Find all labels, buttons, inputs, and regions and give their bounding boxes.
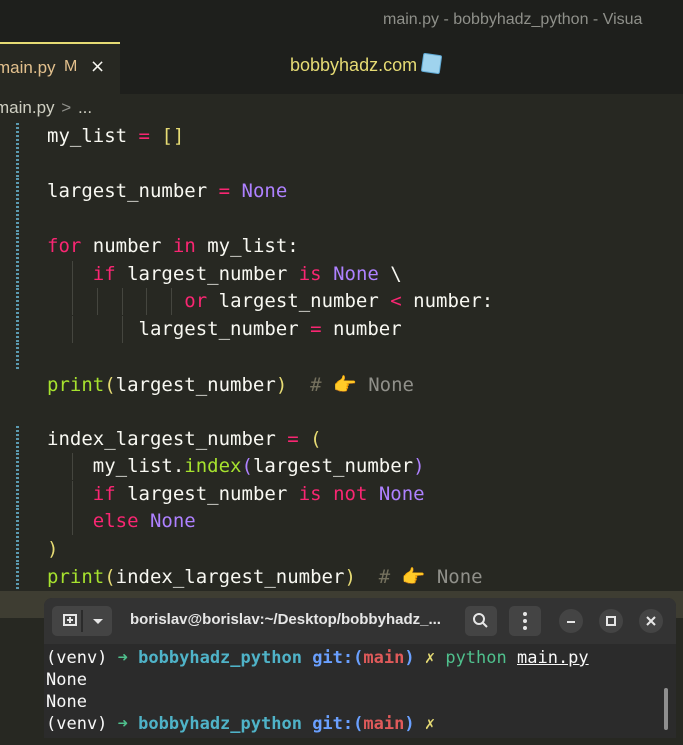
code-line: 2 [0,150,683,178]
dirty-x-icon: ✗ [424,714,436,734]
close-button[interactable] [639,609,663,633]
code-line: 14 if largest_number is not None [0,480,683,508]
arrow-icon: ➜ [117,648,128,668]
menu-button[interactable] [509,606,541,636]
window-title: main.py - bobbyhadz_python - Visua [383,11,643,28]
git-change-marker [16,563,19,590]
maximize-button[interactable] [599,609,623,633]
code-line: 11 [0,398,683,425]
code-line: 3 largest_number = None [0,178,683,205]
code-line: 8 largest_number = number [0,315,683,343]
code-line: 17 print(index_largest_number) # 👉 None [0,563,683,590]
new-tab-button[interactable] [52,606,112,636]
code-line: 4 [0,205,683,233]
git-change-marker [16,150,19,178]
watermark: bobbyhadz.com [290,52,443,76]
git-change-marker [16,425,19,453]
chevron-right-icon: > [61,98,72,117]
arrow-icon: ➜ [117,714,128,734]
git-change-marker [16,233,19,260]
terminal-scrollbar[interactable] [664,688,668,730]
pointing-hand-icon: 👉 [333,373,357,396]
code-line: 12 index_largest_number = ( [0,425,683,453]
git-change-marker [16,260,19,288]
git-change-marker [16,343,19,370]
tab-filename: main.py [0,58,56,77]
terminal-window[interactable]: borislav@borislav:~/Desktop/bobbyhadz_..… [44,598,676,738]
new-tab-icon [63,610,103,632]
maximize-icon [606,616,616,626]
terminal-prompt-line: (venv) ➜ bobbyhadz_python git:(main) ✗ p… [46,648,589,668]
terminal-prompt-line: (venv) ➜ bobbyhadz_python git:(main) ✗ [46,714,436,734]
code-line: 13 my_list.index(largest_number) [0,453,683,480]
breadcrumb-file[interactable]: main.py [0,98,55,117]
window-titlebar: main.py - bobbyhadz_python - Visua [0,0,683,42]
search-button[interactable] [465,606,497,636]
git-change-marker [16,205,19,233]
kebab-menu-icon [523,612,527,630]
code-line: 7 or largest_number < number: [0,288,683,315]
terminal-output-line: None [46,670,87,690]
code-line: 6 if largest_number is None \ [0,260,683,288]
code-line: 5 for number in my_list: [0,233,683,260]
code-line: 9 [0,343,683,370]
git-change-marker [16,288,19,315]
close-icon [646,616,656,626]
breadcrumb-more[interactable]: ... [78,98,92,117]
code-line: 16 ) [0,535,683,563]
ice-cube-icon [420,52,443,75]
minimize-icon [567,621,575,623]
minimize-button[interactable] [559,609,583,633]
git-change-marker [16,453,19,480]
breadcrumb: main.py > ... [0,98,92,118]
git-change-marker [16,315,19,343]
dirty-x-icon: ✗ [424,648,436,668]
pointing-hand-icon: 👉 [401,566,426,588]
terminal-header: borislav@borislav:~/Desktop/bobbyhadz_..… [44,598,676,644]
code-line: 10 print(largest_number) # 👉 None [47,373,414,396]
terminal-output-line: None [46,692,87,712]
git-change-marker [16,123,19,150]
tab-main-py[interactable]: main.py M × [0,42,120,94]
terminal-output[interactable]: (venv) ➜ bobbyhadz_python git:(main) ✗ p… [46,648,589,736]
watermark-text: bobbyhadz.com [290,55,418,75]
code-line: 1 my_list = [] [0,123,683,150]
git-change-marker [16,178,19,205]
code-line: 15 else None [0,508,683,535]
git-change-marker [16,480,19,508]
git-change-marker [16,535,19,563]
modified-badge: M [64,58,78,75]
terminal-title: borislav@borislav:~/Desktop/bobbyhadz_..… [130,611,441,628]
close-icon[interactable]: × [90,56,105,77]
editor-tab-bar: main.py M × bobbyhadz.com [0,42,683,94]
search-icon [473,613,488,628]
git-change-marker [16,508,19,535]
